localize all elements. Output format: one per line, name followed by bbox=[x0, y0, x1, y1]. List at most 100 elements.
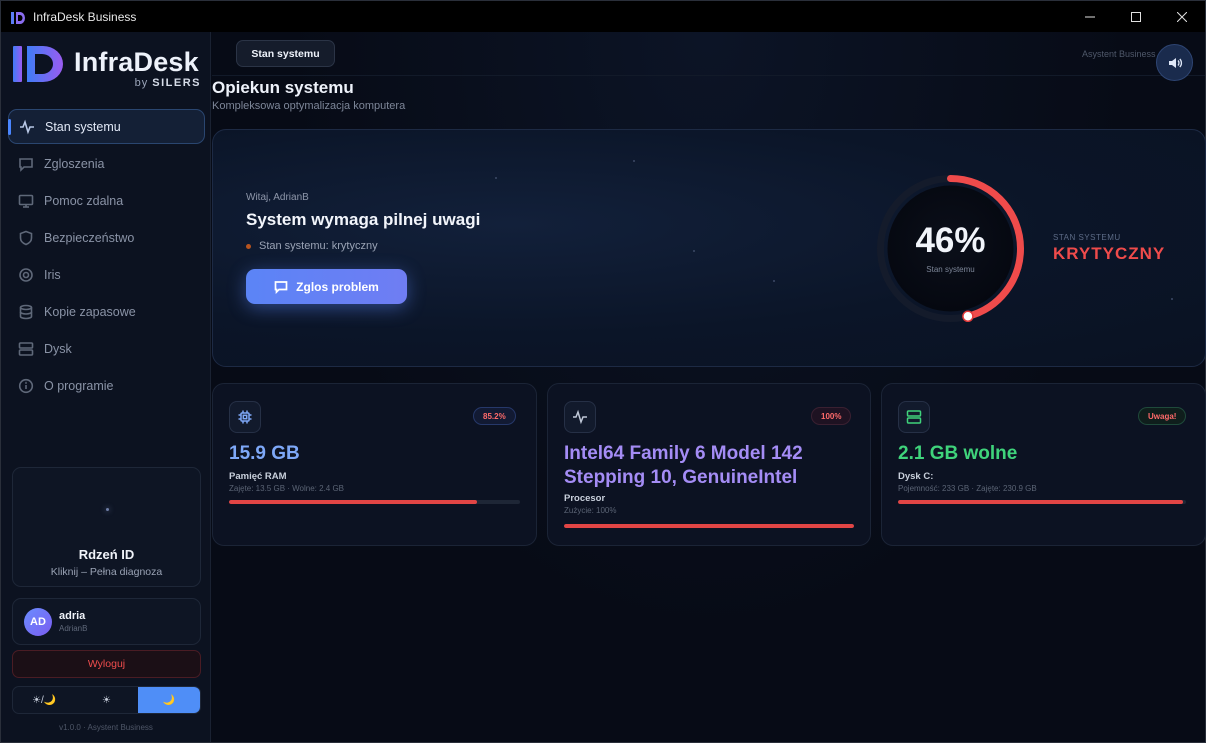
page-subtitle: Kompleksowa optymalizacja komputera bbox=[212, 100, 406, 112]
title-bar: InfraDesk Business bbox=[1, 1, 1205, 32]
close-button[interactable] bbox=[1159, 1, 1205, 32]
speaker-icon bbox=[1168, 57, 1182, 68]
sidebar-item-label: Stan systemu bbox=[45, 119, 121, 134]
header-divider bbox=[212, 75, 1205, 76]
user-card[interactable]: AD adria AdrianB bbox=[12, 598, 201, 645]
sidebar-item-stan-systemu[interactable]: Stan systemu bbox=[8, 109, 205, 144]
core-subtitle: Kliknij – Pełna diagnoza bbox=[50, 566, 163, 578]
disk-label: Dysk C: bbox=[898, 471, 934, 482]
core-diagnosis-card[interactable]: Rdzeń ID Kliknij – Pełna diagnoza bbox=[12, 467, 201, 587]
message-icon bbox=[274, 280, 288, 294]
sidebar-item-dysk[interactable]: Dysk bbox=[8, 331, 205, 366]
user-name: adria bbox=[59, 610, 86, 622]
brand-by-text: by bbox=[134, 77, 149, 89]
sidebar-item-pomoc-zdalna[interactable]: Pomoc zdalna bbox=[8, 183, 205, 218]
decor-star bbox=[495, 177, 497, 179]
minimize-button[interactable] bbox=[1067, 1, 1113, 32]
cpu-chip-icon bbox=[229, 401, 261, 433]
maximize-icon bbox=[1131, 11, 1141, 22]
disk-usage-bar-fill bbox=[898, 500, 1184, 504]
cpu-label: Procesor bbox=[564, 493, 606, 504]
cpu-usage-bar-fill bbox=[564, 524, 854, 528]
maximize-button[interactable] bbox=[1113, 1, 1159, 32]
message-icon bbox=[19, 157, 33, 172]
user-login: AdrianB bbox=[59, 624, 88, 633]
theme-dark-button[interactable]: 🌙 bbox=[137, 687, 200, 713]
window-title: InfraDesk Business bbox=[33, 9, 137, 24]
core-indicator-icon bbox=[106, 508, 109, 511]
sidebar-item-kopie-zapasowe[interactable]: Kopie zapasowe bbox=[8, 294, 205, 329]
sidebar-nav: Stan systemu Zgloszenia Pomoc zdalna Bez… bbox=[8, 109, 205, 405]
server-icon bbox=[18, 341, 34, 356]
ram-label: Pamięć RAM bbox=[229, 471, 287, 482]
disk-detail: Pojemność: 233 GB · Zajęte: 230.9 GB bbox=[898, 484, 1037, 493]
sidebar-item-zgloszenia[interactable]: Zgloszenia bbox=[8, 146, 205, 181]
core-title: Rdzeń ID bbox=[78, 547, 135, 562]
cpu-model-line-1: Intel64 Family 6 Model 142 bbox=[564, 443, 803, 464]
disk-warning-badge: Uwaga! bbox=[1138, 407, 1187, 425]
brand-id-icon bbox=[13, 46, 63, 82]
report-problem-label: Zglos problem bbox=[296, 279, 379, 294]
info-icon bbox=[18, 378, 34, 393]
hero-title: System wymaga pilnej uwagi bbox=[246, 210, 481, 229]
cpu-model-value: Intel64 Family 6 Model 142 Stepping 10, … bbox=[564, 442, 803, 490]
gauge-label: Stan systemu bbox=[926, 265, 975, 274]
assistant-label: Asystent Business · bbox=[1081, 49, 1161, 59]
page-title: Opiekun systemu bbox=[212, 78, 354, 97]
minimize-icon bbox=[1085, 16, 1095, 17]
sidebar-item-label: Bezpieczeństwo bbox=[44, 230, 135, 245]
logout-button[interactable]: Wyloguj bbox=[12, 650, 201, 678]
decor-star bbox=[773, 280, 775, 282]
decor-star bbox=[693, 250, 695, 252]
brand-logo: InfraDesk by SILERS bbox=[13, 44, 203, 94]
system-status-hero: Witaj, AdrianB System wymaga pilnej uwag… bbox=[212, 129, 1206, 367]
brand-company: SILERS bbox=[152, 77, 201, 89]
sidebar-item-bezpieczenstwo[interactable]: Bezpieczeństwo bbox=[8, 220, 205, 255]
gauge-knob bbox=[962, 310, 974, 323]
disk-free-value: 2.1 GB wolne bbox=[898, 443, 1018, 464]
app-window: InfraDesk Business InfraDesk by SILERS S… bbox=[0, 0, 1206, 743]
cpu-usage-bar bbox=[564, 524, 854, 528]
sidebar-item-o-programie[interactable]: O programie bbox=[8, 368, 205, 403]
sidebar-item-label: Zgloszenia bbox=[44, 156, 105, 171]
activity-icon bbox=[564, 401, 596, 433]
window-controls bbox=[1067, 1, 1205, 32]
decor-star bbox=[1171, 298, 1173, 300]
report-problem-button[interactable]: Zglos problem bbox=[246, 269, 407, 304]
theme-switcher: ☀/🌙 ☀ 🌙 bbox=[12, 686, 201, 714]
tab-stan-systemu[interactable]: Stan systemu bbox=[236, 40, 335, 67]
database-icon bbox=[19, 304, 33, 319]
decor-star bbox=[633, 160, 635, 162]
ram-total-value: 15.9 GB bbox=[229, 443, 300, 464]
main-content: Stan systemu Asystent Business · Opiekun… bbox=[212, 32, 1206, 742]
sidebar-item-iris[interactable]: Iris bbox=[8, 257, 205, 292]
sidebar-item-label: Dysk bbox=[44, 341, 72, 356]
cpu-detail: Zużycie: 100% bbox=[564, 506, 617, 515]
activity-icon bbox=[20, 119, 34, 134]
status-dot-icon bbox=[246, 243, 251, 249]
sidebar: InfraDesk by SILERS Stan systemu Zglosze… bbox=[1, 32, 211, 742]
sidebar-item-label: O programie bbox=[44, 378, 114, 393]
server-icon bbox=[898, 401, 930, 433]
sound-button[interactable] bbox=[1156, 44, 1193, 81]
avatar: AD bbox=[24, 608, 52, 636]
state-caption: STAN SYSTEMU bbox=[1053, 233, 1121, 242]
theme-auto-button[interactable]: ☀/🌙 bbox=[13, 687, 75, 713]
sidebar-item-label: Pomoc zdalna bbox=[44, 193, 124, 208]
status-text: Stan systemu: krytyczny bbox=[259, 240, 378, 252]
target-icon bbox=[19, 267, 33, 282]
state-value: KRYTYCZNY bbox=[1053, 244, 1166, 263]
gauge-value: 46% bbox=[915, 221, 986, 260]
brand-name: InfraDesk bbox=[74, 47, 199, 77]
app-logo-icon bbox=[11, 11, 25, 24]
sidebar-item-label: Iris bbox=[44, 267, 61, 282]
theme-light-button[interactable]: ☀ bbox=[75, 687, 137, 713]
brand-by: by SILERS bbox=[135, 77, 201, 89]
shield-icon bbox=[19, 230, 33, 245]
greeting: Witaj, AdrianB bbox=[246, 192, 309, 203]
cpu-usage-badge: 100% bbox=[811, 407, 852, 425]
cpu-model-line-2: Stepping 10, GenuineIntel bbox=[564, 467, 798, 488]
ram-detail: Zajęte: 13.5 GB · Wolne: 2.4 GB bbox=[229, 484, 345, 493]
version-label: v1.0.0 · Asystent Business bbox=[59, 723, 153, 732]
ram-usage-bar-fill bbox=[229, 500, 477, 504]
